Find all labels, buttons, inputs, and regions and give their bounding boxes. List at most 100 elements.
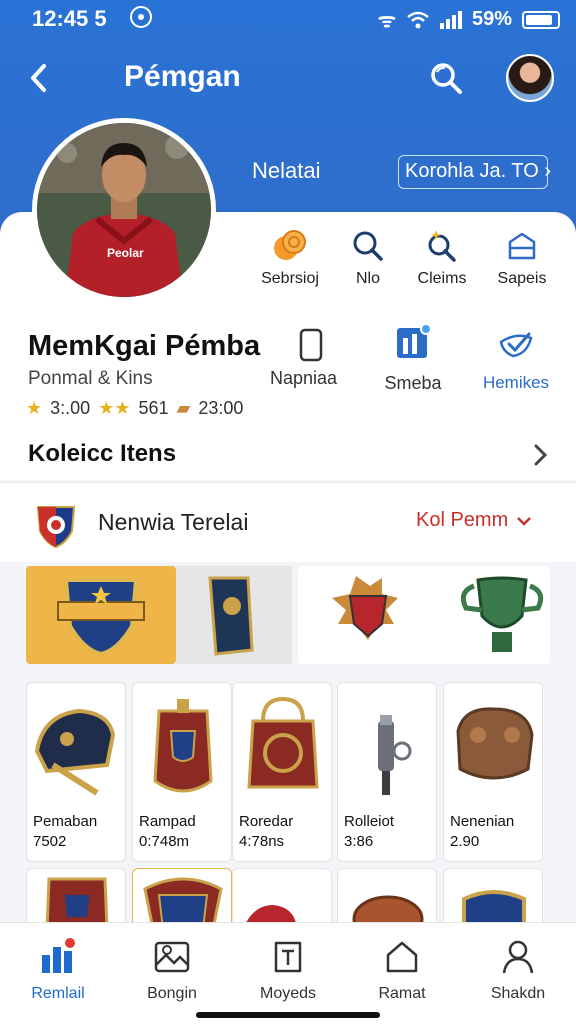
screen: 12:45 5 ᯤ 59% Pémgan Nelatai Korohla Ja.… xyxy=(0,0,576,1024)
nav-label: Ramat xyxy=(378,985,426,1002)
player-nickname: Nelatai xyxy=(252,158,321,183)
stat-1: 3:.00 xyxy=(50,398,91,418)
notification-icon xyxy=(130,6,152,28)
status-time: 12:45 5 xyxy=(32,6,107,31)
featured-item-trophies[interactable] xyxy=(298,566,550,664)
section-title: Koleicc Itens xyxy=(28,440,177,467)
person-icon xyxy=(502,940,534,974)
phone-label[interactable]: Napniaa xyxy=(270,368,337,389)
vibrate-icon: ᯤ xyxy=(377,10,396,32)
featured-row xyxy=(26,566,550,664)
action-label: Cleims xyxy=(417,270,467,287)
item-price: 7502 xyxy=(33,833,67,850)
item-name: Pemaban xyxy=(33,813,98,830)
player-photo: Peolar xyxy=(32,118,216,302)
item-image xyxy=(153,699,213,793)
magnify-sparkle-icon xyxy=(428,230,456,262)
filter-dropdown[interactable]: Kol Pemm xyxy=(416,509,532,532)
featured-item-crest[interactable] xyxy=(26,566,176,664)
nav-bongin[interactable]: Bongin xyxy=(122,937,222,1003)
nav-remlail[interactable]: Remlail xyxy=(8,937,108,1003)
chart-board-icon xyxy=(397,323,432,358)
search-icon xyxy=(353,231,383,261)
follow-label: Korohla Ja. TO xyxy=(405,160,539,182)
nav-label: Remlail xyxy=(31,985,85,1002)
chevron-down-icon xyxy=(517,516,532,526)
user-name: MemKgai Pémba xyxy=(28,330,261,362)
nav-label: Shakdn xyxy=(490,985,546,1002)
item-name: Rampad xyxy=(139,813,196,830)
item-name: Nenenian xyxy=(450,813,515,830)
status-indicators: ᯤ 59% xyxy=(378,6,560,33)
item-image xyxy=(456,707,534,780)
item-card[interactable]: Nenenian 2.90 xyxy=(443,682,543,862)
action-label: Sapeis xyxy=(497,270,547,287)
battery-percent: 59% xyxy=(471,8,512,30)
action-label: Sebrsioj xyxy=(261,270,319,287)
page-title: Pémgan xyxy=(124,60,241,93)
item-name: Rolleiot xyxy=(344,813,395,830)
item-price: 4:78ns xyxy=(239,833,285,850)
team-filter-row: Nenwia Terelai Kol Pemm xyxy=(0,482,576,562)
item-image xyxy=(34,708,116,796)
item-card-partial[interactable] xyxy=(132,868,232,928)
top-bar: Pémgan xyxy=(0,50,576,110)
search-icon[interactable] xyxy=(426,58,466,98)
action-cleims[interactable]: Cleims xyxy=(402,228,482,288)
item-price: 0:748m xyxy=(139,833,190,850)
map-image-icon xyxy=(154,941,190,973)
hemikes-button[interactable]: Hemikes xyxy=(476,328,556,393)
phone-icon[interactable] xyxy=(298,328,324,362)
item-name: Roredar xyxy=(239,813,294,830)
bottom-nav: Remlail Bongin Moyeds Ramat Shakdn xyxy=(0,922,576,1024)
filter-selected: Kol Pemm xyxy=(416,509,509,531)
bar-chart-icon xyxy=(42,938,75,973)
svg-text:Peolar: Peolar xyxy=(107,246,144,260)
item-image xyxy=(247,696,319,789)
signal-icon xyxy=(439,10,462,29)
battery-icon xyxy=(522,10,560,29)
coins-icon xyxy=(274,230,306,260)
item-card-partial[interactable] xyxy=(443,868,543,928)
item-card[interactable]: Pemaban 7502 xyxy=(26,682,126,862)
featured-item-pouch[interactable] xyxy=(176,566,292,664)
home-indicator[interactable] xyxy=(196,1012,380,1018)
item-card[interactable]: Rampad 0:748m xyxy=(132,682,232,862)
home-icon xyxy=(386,941,418,973)
status-bar: 12:45 5 ᯤ 59% xyxy=(0,0,576,36)
nav-label: Moyeds xyxy=(259,985,317,1002)
item-card-partial[interactable] xyxy=(232,868,332,928)
document-icon xyxy=(274,941,302,973)
item-image xyxy=(378,715,412,795)
bag-icon: ▰ xyxy=(176,398,191,418)
stat-3: 23:00 xyxy=(198,398,244,418)
double-star-icon: ★★ xyxy=(98,398,131,418)
stat-2: 561 xyxy=(138,398,169,418)
hemikes-label: Hemikes xyxy=(482,373,550,392)
item-card-partial[interactable] xyxy=(26,868,126,928)
action-nlo[interactable]: Nlo xyxy=(328,228,408,288)
user-avatar[interactable] xyxy=(506,54,554,102)
smeba-label: Smeba xyxy=(384,373,442,393)
nav-ramat[interactable]: Ramat xyxy=(352,937,452,1003)
back-arrow-icon[interactable] xyxy=(20,58,60,98)
chevron-right-icon[interactable] xyxy=(528,440,552,470)
follow-button[interactable]: Korohla Ja. TO › xyxy=(398,155,551,189)
item-price: 3:86 xyxy=(344,833,374,850)
star-icon: ★ xyxy=(26,398,43,418)
item-price: 2.90 xyxy=(450,833,480,850)
nav-label: Bongin xyxy=(147,985,197,1002)
item-card[interactable]: Roredar 4:78ns xyxy=(232,682,332,862)
action-sebrsioj[interactable]: Sebrsioj xyxy=(250,228,330,288)
box-icon xyxy=(508,232,536,260)
nav-shakdn[interactable]: Shakdn xyxy=(468,937,568,1003)
user-subtitle: Ponmal & Kins xyxy=(28,368,153,389)
item-card[interactable]: Rolleiot 3:86 xyxy=(337,682,437,862)
item-card-partial[interactable] xyxy=(337,868,437,928)
action-sapeis[interactable]: Sapeis xyxy=(482,228,562,288)
team-crest-icon xyxy=(36,506,76,549)
nav-moyeds[interactable]: Moyeds xyxy=(238,937,338,1003)
action-label: Nlo xyxy=(355,270,380,287)
smeba-button[interactable]: Smeba xyxy=(378,322,448,394)
team-name: Nenwia Terelai xyxy=(98,509,249,535)
